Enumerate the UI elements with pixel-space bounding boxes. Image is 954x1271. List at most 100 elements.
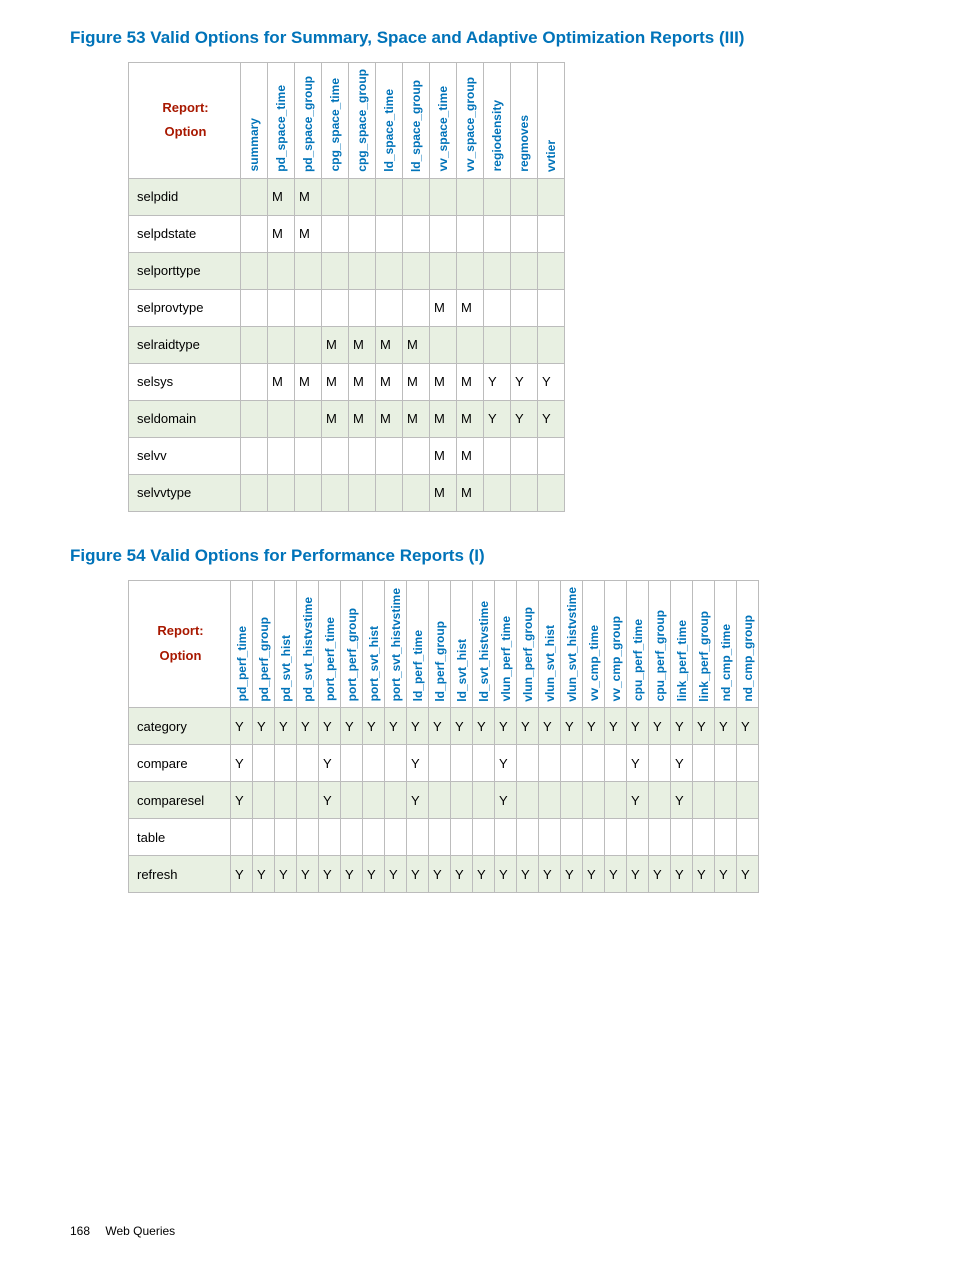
table-cell [407, 819, 429, 856]
table-cell [341, 745, 363, 782]
table-cell [241, 289, 268, 326]
table-cell [376, 289, 403, 326]
table-cell [363, 819, 385, 856]
table-cell [241, 178, 268, 215]
table-cell: Y [363, 856, 385, 893]
column-header: nd_cmp_group [737, 580, 759, 708]
page-footer: 168 Web Queries [70, 1224, 175, 1238]
table-cell [511, 326, 538, 363]
table-cell [241, 400, 268, 437]
table-cell: Y [737, 856, 759, 893]
table-cell [295, 437, 322, 474]
table-cell [319, 819, 341, 856]
table-cell [451, 745, 473, 782]
table-cell: Y [627, 856, 649, 893]
table-cell [295, 326, 322, 363]
table-cell [297, 745, 319, 782]
column-header: regiodensity [484, 63, 511, 179]
table-cell [539, 782, 561, 819]
table-cell: Y [583, 856, 605, 893]
table-cell [451, 819, 473, 856]
table-cell [376, 178, 403, 215]
table-cell: M [376, 363, 403, 400]
table-cell [539, 745, 561, 782]
table-cell [561, 782, 583, 819]
table-cell [583, 819, 605, 856]
table-cell: Y [561, 856, 583, 893]
table-cell: M [430, 289, 457, 326]
table-row: selporttype [129, 252, 565, 289]
table-cell [715, 819, 737, 856]
figure-title: Figure 53 Valid Options for Summary, Spa… [70, 28, 894, 48]
table-cell: Y [363, 708, 385, 745]
column-header: vlun_perf_time [495, 580, 517, 708]
table-cell [649, 782, 671, 819]
table-cell [484, 289, 511, 326]
row-label: selraidtype [129, 326, 241, 363]
table-cell: Y [407, 856, 429, 893]
table-cell: Y [511, 400, 538, 437]
table-cell [693, 782, 715, 819]
table-cell [429, 819, 451, 856]
table-cell [322, 215, 349, 252]
row-label: selpdstate [129, 215, 241, 252]
table-cell [349, 252, 376, 289]
table-cell: M [457, 400, 484, 437]
section-name: Web Queries [105, 1224, 175, 1238]
table-row: seldomainMMMMMMYYY [129, 400, 565, 437]
table-cell: Y [693, 856, 715, 893]
table-cell: Y [671, 745, 693, 782]
table-cell [253, 782, 275, 819]
table-cell [538, 252, 565, 289]
table-cell [341, 782, 363, 819]
table-cell [451, 782, 473, 819]
table-cell: Y [517, 856, 539, 893]
row-label: selvvtype [129, 474, 241, 511]
table-cell: Y [407, 745, 429, 782]
table-cell [649, 819, 671, 856]
table-cell: Y [297, 708, 319, 745]
table-cell [268, 474, 295, 511]
table-cell: M [430, 363, 457, 400]
table-cell [363, 745, 385, 782]
table-row: table [129, 819, 759, 856]
table-cell [484, 215, 511, 252]
table-cell: Y [517, 708, 539, 745]
column-header: vlun_svt_histvstime [561, 580, 583, 708]
table-row: categoryYYYYYYYYYYYYYYYYYYYYYYYY [129, 708, 759, 745]
table-cell: M [376, 400, 403, 437]
column-header: cpu_perf_group [649, 580, 671, 708]
table-cell [349, 178, 376, 215]
column-header: vv_space_group [457, 63, 484, 179]
table-cell [484, 474, 511, 511]
table-cell: M [457, 289, 484, 326]
table-cell [429, 782, 451, 819]
table-cell [538, 437, 565, 474]
table-cell: Y [451, 856, 473, 893]
table-cell: Y [495, 708, 517, 745]
table-cell: Y [605, 856, 627, 893]
table-cell: Y [538, 400, 565, 437]
table-cell: Y [319, 745, 341, 782]
table-cell [715, 782, 737, 819]
table-cell [275, 819, 297, 856]
options-table: Report:Optionsummarypd_space_timepd_spac… [128, 62, 565, 512]
table-cell: M [403, 363, 430, 400]
table-cell: Y [231, 708, 253, 745]
table-cell [241, 363, 268, 400]
table-cell: Y [737, 708, 759, 745]
table-cell [268, 400, 295, 437]
table-cell [583, 745, 605, 782]
table-cell: Y [539, 856, 561, 893]
table-cell: Y [484, 363, 511, 400]
table-cell: Y [627, 745, 649, 782]
table-cell [538, 474, 565, 511]
table-cell [241, 474, 268, 511]
table-cell [385, 745, 407, 782]
table-cell [511, 474, 538, 511]
column-header: ld_space_group [403, 63, 430, 179]
table-cell: Y [495, 745, 517, 782]
table-cell [457, 326, 484, 363]
column-header: pd_perf_time [231, 580, 253, 708]
table-row: selpdstateMM [129, 215, 565, 252]
